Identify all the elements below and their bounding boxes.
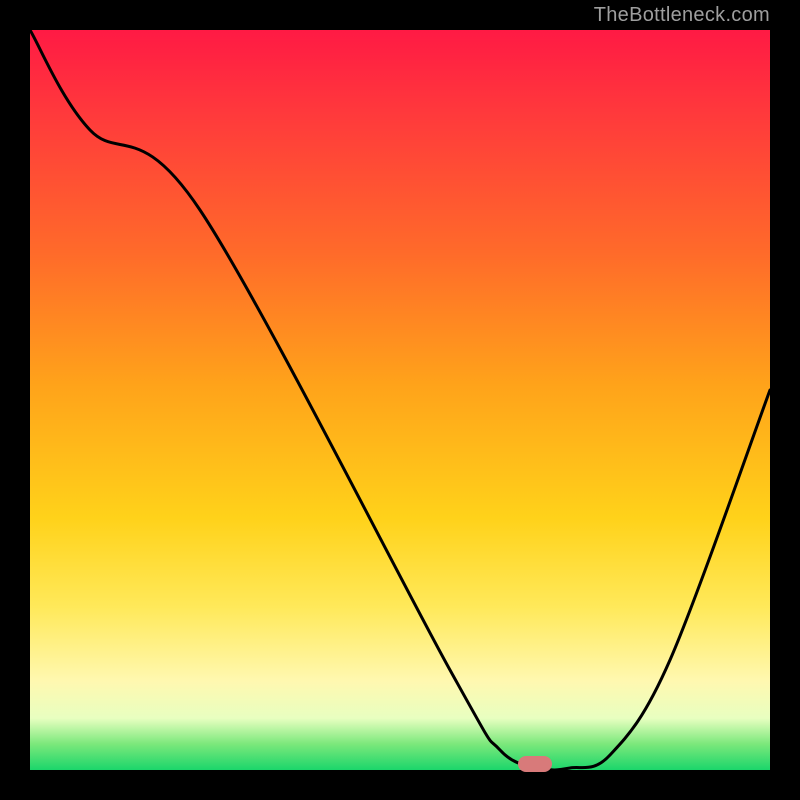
chart-plot-area — [30, 30, 770, 770]
chart-frame: TheBottleneck.com — [0, 0, 800, 800]
chart-marker — [518, 756, 552, 772]
watermark-text: TheBottleneck.com — [594, 4, 770, 27]
chart-curve — [30, 30, 770, 770]
chart-line — [30, 30, 770, 770]
